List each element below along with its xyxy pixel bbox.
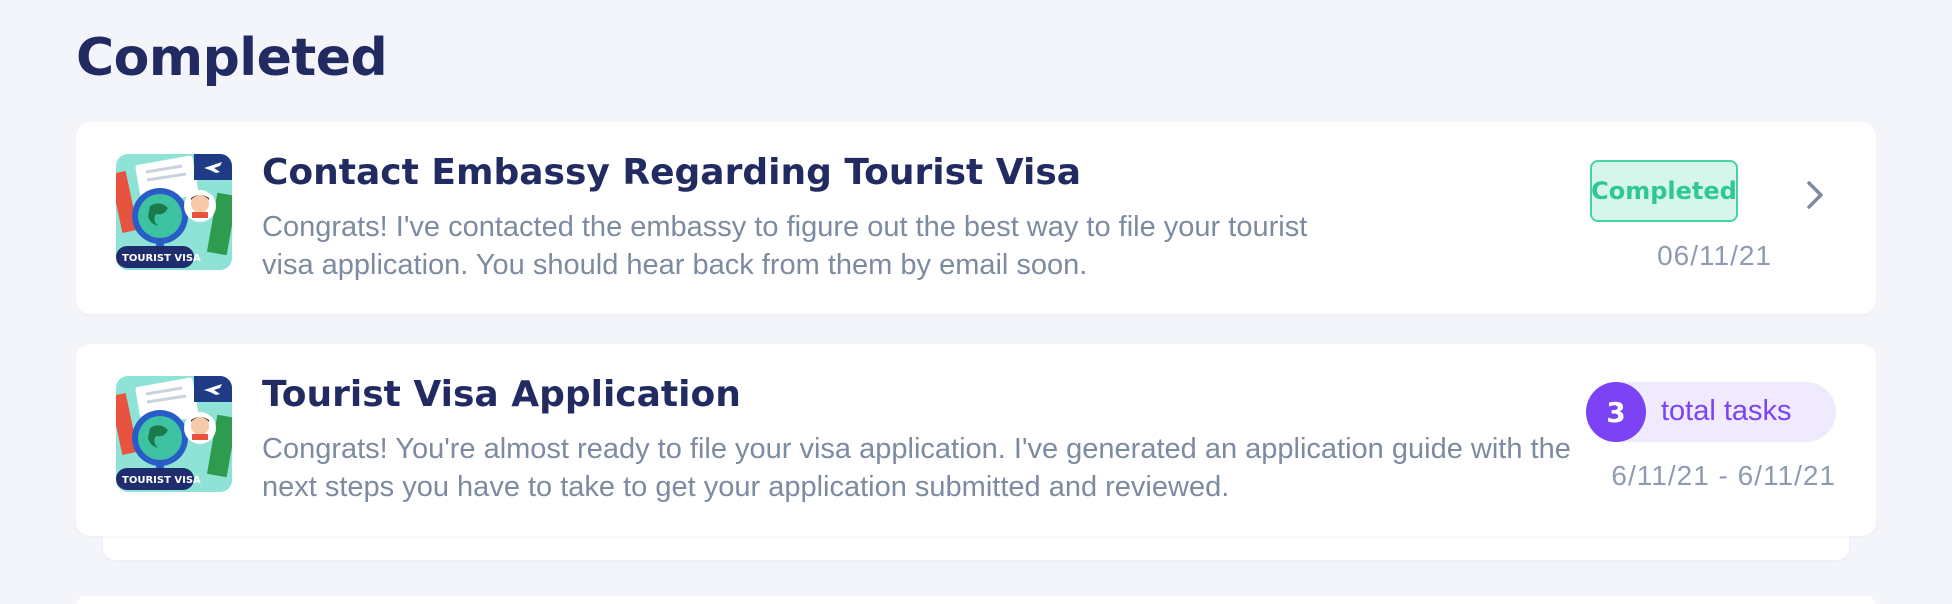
card-description: Congrats! I've contacted the embassy to … xyxy=(262,211,1308,281)
card-date: 06/11/21 xyxy=(1657,240,1772,271)
task-card-tourist-visa-application[interactable]: TOURIST VISA Tourist Visa Application Co… xyxy=(76,344,1876,536)
task-count-label: total tasks xyxy=(1661,395,1792,427)
card-title[interactable]: Contact Embassy Regarding Tourist Visa xyxy=(262,152,1081,193)
thumbnail-text: TOURIST VISA xyxy=(122,475,201,486)
tourist-visa-thumbnail: TOURIST VISA xyxy=(116,376,232,492)
status-badge: Completed xyxy=(1590,160,1738,222)
task-count-badge: 3 xyxy=(1586,382,1646,442)
thumbnail-text: TOURIST VISA xyxy=(122,253,201,264)
card-title[interactable]: Tourist Visa Application xyxy=(262,374,741,415)
section-title: Completed xyxy=(76,28,388,88)
card-description: Congrats! You're almost ready to file yo… xyxy=(262,433,1571,503)
task-card-contact-embassy[interactable]: TOURIST VISA Contact Embassy Regarding T… xyxy=(76,122,1876,314)
card-date-range: 6/11/21 - 6/11/21 xyxy=(1611,460,1836,491)
chevron-right-icon[interactable] xyxy=(1801,178,1829,212)
total-tasks-pill[interactable]: 3 total tasks xyxy=(1586,382,1836,442)
next-card-peek xyxy=(76,596,1876,604)
tourist-visa-thumbnail: TOURIST VISA xyxy=(116,154,232,270)
